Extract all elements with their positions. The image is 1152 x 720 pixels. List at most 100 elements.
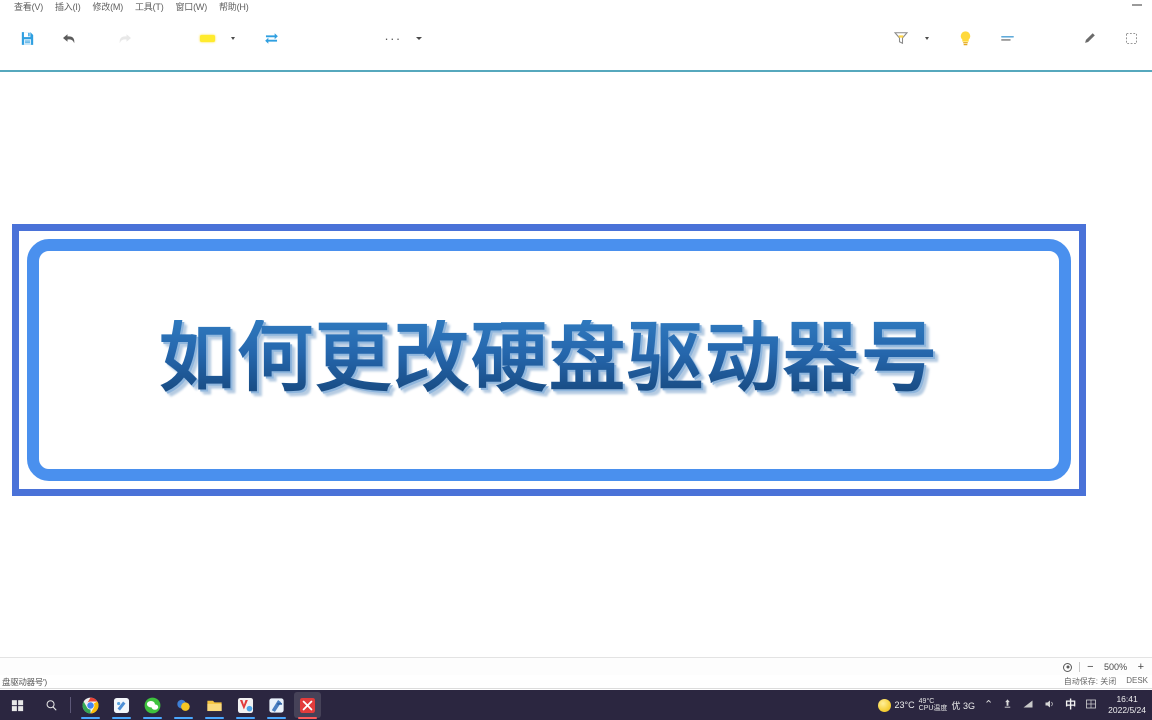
toolbar-right-group	[886, 14, 1146, 62]
toolbar-left-group: ···	[0, 14, 430, 62]
active-indicator	[205, 717, 224, 719]
windows-taskbar: 23°C 49°C CPU温度 优 3G ⌃ 中 16:41 2022/5/24	[0, 690, 1152, 720]
divider	[1079, 662, 1081, 672]
save-icon	[21, 31, 33, 45]
clock-time: 16:41	[1116, 694, 1138, 705]
video-v-icon	[237, 697, 254, 713]
search-icon	[46, 699, 56, 710]
toolbar-overflow-button[interactable]: ···	[378, 23, 408, 53]
highlighter-dropdown[interactable]	[222, 23, 244, 53]
toolbar: ···	[0, 14, 1152, 62]
swap-arrows-icon	[264, 32, 278, 44]
taskbar-app-editor[interactable]	[108, 692, 135, 719]
active-indicator	[143, 717, 162, 719]
system-tray: 23°C 49°C CPU温度 优 3G ⌃ 中 16:41 2022/5/24	[877, 690, 1152, 720]
taskbar-search-button[interactable]	[34, 690, 68, 720]
tray-expand-chevron-icon[interactable]: ⌃	[984, 699, 993, 711]
taskbar-app-list	[77, 692, 321, 719]
highlighter-button[interactable]	[192, 23, 222, 53]
tools-icon	[269, 697, 284, 713]
menu-tools[interactable]: 工具(T)	[129, 0, 170, 14]
taskbar-clock[interactable]: 16:41 2022/5/24	[1106, 694, 1146, 715]
sun-icon	[877, 698, 891, 712]
cpu-temp-widget: 49°C CPU温度	[919, 698, 948, 712]
taskbar-app-wechat[interactable]	[139, 692, 166, 719]
chevron-down-icon	[925, 36, 929, 40]
marquee-select-icon	[1125, 32, 1137, 44]
redo-icon	[119, 34, 131, 44]
funnel-icon	[893, 32, 909, 45]
title-frame-outer[interactable]: 如何更改硬盘驱动器号	[12, 224, 1086, 496]
current-app-icon	[299, 697, 316, 713]
chrome-icon	[82, 697, 99, 713]
active-indicator	[112, 717, 131, 719]
zoom-out-button[interactable]: −	[1087, 661, 1093, 673]
taskbar-app-tools[interactable]	[263, 692, 290, 719]
taskbar-app-current[interactable]	[294, 692, 321, 719]
tray-keyboard-icon[interactable]	[1085, 698, 1097, 713]
slide-title[interactable]: 如何更改硬盘驱动器号	[159, 320, 939, 396]
idea-button[interactable]	[950, 23, 980, 53]
taskbar-divider	[70, 697, 71, 713]
menu-window[interactable]: 窗口(W)	[170, 0, 214, 14]
swap-button[interactable]	[256, 23, 286, 53]
title-frame-inner[interactable]: 如何更改硬盘驱动器号	[27, 239, 1071, 481]
status-bar: − 500% +	[0, 657, 1152, 675]
windows-logo-icon	[11, 699, 23, 711]
cpu-temp-value: 49°C	[918, 698, 935, 705]
tray-network-icon[interactable]	[1022, 698, 1034, 713]
fit-to-window-icon[interactable]	[1063, 662, 1073, 672]
active-indicator	[81, 717, 100, 719]
toolbar-overflow-dropdown[interactable]	[408, 23, 430, 53]
upload-arrow-icon	[1004, 699, 1011, 708]
window-minimize-button[interactable]	[1132, 4, 1142, 6]
autosave-value[interactable]: 关闭	[1100, 676, 1116, 687]
taskbar-app-media[interactable]	[170, 692, 197, 719]
chevron-down-icon	[416, 36, 422, 40]
tray-extra-label: 优 3G	[951, 700, 975, 711]
taskbar-app-video[interactable]	[232, 692, 259, 719]
active-indicator	[267, 717, 286, 719]
taskbar-app-explorer[interactable]	[201, 692, 228, 719]
ime-indicator[interactable]: 中	[1065, 699, 1076, 711]
pen-button[interactable]	[1074, 23, 1104, 53]
menu-insert[interactable]: 插入(I)	[49, 0, 87, 14]
device-label: DESK	[1126, 676, 1148, 685]
active-indicator	[174, 717, 193, 719]
weather-widget[interactable]: 23°C 49°C CPU温度 优 3G	[877, 698, 975, 712]
menu-modify[interactable]: 修改(M)	[87, 0, 130, 14]
filter-dropdown[interactable]	[916, 23, 938, 53]
list-button[interactable]	[992, 23, 1022, 53]
lightbulb-icon	[960, 30, 970, 45]
cpu-temp-label: CPU温度	[918, 705, 948, 712]
active-indicator	[298, 717, 317, 719]
slide-canvas[interactable]: 如何更改硬盘驱动器号	[0, 72, 1152, 657]
taskbar-app-chrome[interactable]	[77, 692, 104, 719]
menu-view[interactable]: 查看(V)	[8, 0, 49, 14]
wifi-icon	[1023, 700, 1033, 707]
document-name-label: 盘驱动器号')	[2, 677, 47, 687]
document-meta: 自动保存: 关闭 DESK	[1064, 676, 1148, 687]
autosave-label: 自动保存:	[1063, 677, 1098, 686]
redo-button[interactable]	[110, 23, 140, 53]
media-balls-icon	[177, 699, 190, 711]
folder-icon	[207, 700, 222, 711]
chevron-down-icon	[231, 36, 235, 40]
zoom-controls: − 500% +	[1063, 658, 1144, 676]
undo-button[interactable]	[54, 23, 84, 53]
filter-button[interactable]	[886, 23, 916, 53]
tray-volume-icon[interactable]	[1043, 698, 1056, 713]
menu-help[interactable]: 帮助(H)	[213, 0, 255, 14]
presentation-app-window: 查看(V) 插入(I) 修改(M) 工具(T) 窗口(W) 帮助(H) ··· …	[0, 0, 1152, 720]
active-indicator	[236, 717, 255, 719]
document-info-bar: 盘驱动器号') 自动保存: 关闭 DESK	[0, 675, 1152, 689]
start-button[interactable]	[0, 690, 34, 720]
highlighter-icon	[199, 34, 215, 42]
keyboard-grid-icon	[1086, 699, 1097, 708]
select-button[interactable]	[1116, 23, 1146, 53]
menu-bar: 查看(V) 插入(I) 修改(M) 工具(T) 窗口(W) 帮助(H)	[0, 0, 1152, 14]
zoom-in-button[interactable]: +	[1138, 661, 1144, 673]
tray-upload-icon[interactable]	[1002, 697, 1013, 713]
save-button[interactable]	[12, 23, 42, 53]
pen-icon	[1084, 32, 1095, 43]
